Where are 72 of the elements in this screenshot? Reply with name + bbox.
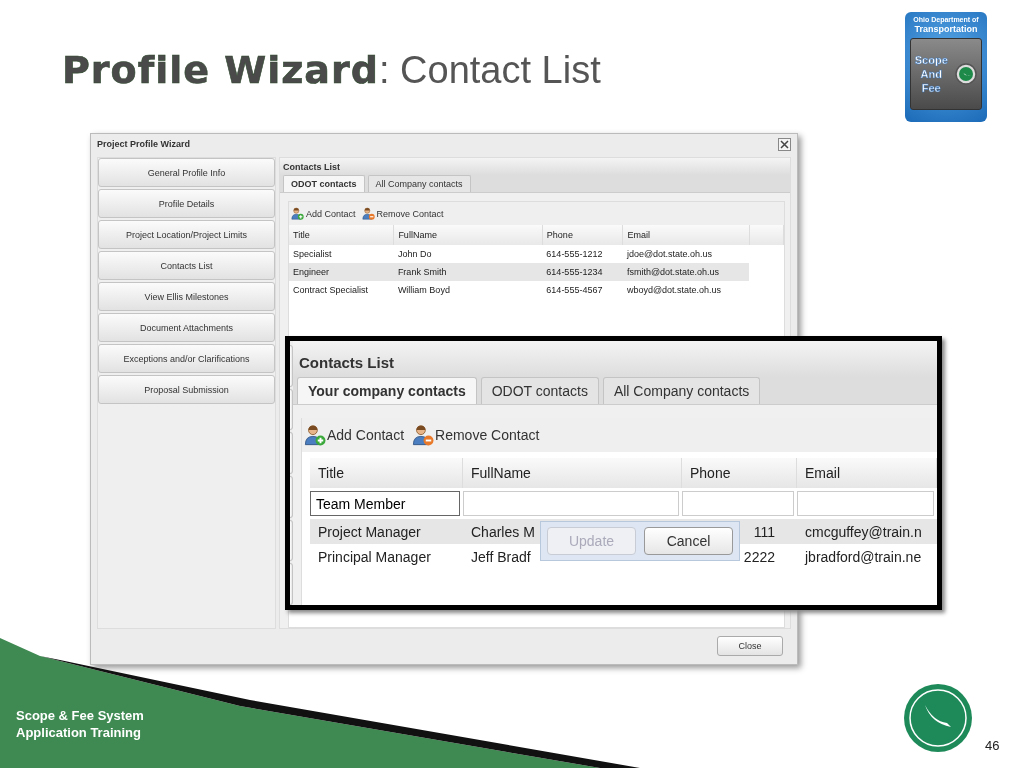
table-cell: William Boyd (393, 281, 543, 299)
close-icon[interactable] (778, 137, 791, 151)
contact-row[interactable]: Engineer Frank Smith 614-555-1234 fsmith@dot.state.oh.us (289, 263, 784, 281)
footer-text: Scope & Fee System (16, 707, 144, 724)
table-cell: Specialist (289, 245, 394, 263)
table-cell: 614-555-1234 (542, 263, 623, 281)
add-contact-button[interactable]: Add Contact (304, 424, 405, 446)
title-input-field[interactable]: Team Member (310, 491, 460, 516)
column-header[interactable]: Title (310, 458, 463, 488)
table-cell-text: Jeff Bradf (470, 548, 532, 565)
panel-title: Contacts List (293, 341, 937, 377)
column-header[interactable]: Email (797, 458, 937, 488)
tab[interactable]: Your company contacts (297, 377, 477, 404)
table-cell: jdoe@dot.state.oh.us (622, 245, 750, 263)
table-cell: Engineer (289, 263, 394, 281)
logo-word: Fee (921, 81, 941, 95)
logo-word: Scope (914, 53, 948, 67)
close-button[interactable]: Close (717, 636, 783, 656)
email-input-field[interactable] (797, 491, 934, 516)
table-cell-text: Project Manager (317, 523, 422, 540)
column-header[interactable]: FullName (463, 458, 682, 488)
wizard-step-button[interactable]: General Profile Info (98, 158, 275, 187)
column-header[interactable]: Phone (542, 225, 623, 245)
remove-person-icon (361, 207, 375, 220)
phone-input-field[interactable] (682, 491, 794, 516)
contact-row[interactable]: Contract Specialist William Boyd 614-555-4567 wboyd@dot.state.oh.us (289, 281, 784, 299)
table-cell: Contract Specialist (289, 281, 394, 299)
table-cell: John Do (393, 245, 543, 263)
wizard-step-button[interactable]: Exceptions and/or Clarifications (98, 344, 275, 373)
wizard-step-button[interactable]: Profile Details (98, 189, 275, 218)
window-title: Project Profile Wizard (97, 139, 190, 149)
table-cell-text: Principal Manager (317, 548, 432, 565)
contact-row[interactable]: Specialist John Do 614-555-1212 jdoe@dot.state.oh.us (289, 245, 784, 263)
wizard-step-button[interactable]: Document Attachments (98, 313, 275, 342)
table-cell: Frank Smith (393, 263, 543, 281)
panel-title: Contacts List (280, 158, 790, 175)
wizard-step-button[interactable]: Project Location/Project Limits (98, 220, 275, 249)
wizard-step-button[interactable]: Proposal Submission (98, 375, 275, 404)
add-contact-button[interactable]: Add Contact (291, 207, 356, 220)
logo-word: And (920, 67, 942, 81)
table-cell-text: jbradford@train.ne (803, 548, 923, 565)
state-seal-drawing (903, 683, 973, 753)
column-header[interactable]: Email (622, 225, 750, 245)
table-cell: 614-555-1212 (542, 245, 623, 263)
remove-person-icon (412, 424, 435, 446)
table-cell-text: Charles M (470, 523, 536, 540)
table-cell-text: 2222 (742, 548, 776, 565)
tab[interactable]: All Company contacts (367, 175, 471, 192)
logo-agency-text: Transportation (914, 24, 978, 34)
add-person-icon (304, 424, 326, 446)
table-cell-text: cmcguffey@train.n (804, 523, 923, 540)
remove-contact-button[interactable]: Remove Contact (361, 207, 444, 220)
table-cell-text: 111 (752, 523, 776, 540)
add-person-icon (291, 207, 304, 220)
page-number: 46 (985, 738, 1000, 753)
slide-title: Profile Wizard: Contact List (62, 48, 601, 92)
column-header[interactable]: Phone (682, 458, 797, 488)
table-cell: wboyd@dot.state.oh.us (622, 281, 750, 299)
column-header[interactable]: FullName (393, 225, 543, 245)
remove-contact-button[interactable]: Remove Contact (412, 424, 540, 446)
tab[interactable]: ODOT contacts (480, 377, 599, 404)
cancel-button[interactable]: Cancel (644, 527, 733, 555)
footer-text: Application Training (16, 724, 142, 741)
table-cell: fsmith@dot.state.oh.us (622, 263, 750, 281)
table-cell: 614-555-4567 (542, 281, 623, 299)
tab[interactable]: ODOT contacts (283, 175, 365, 192)
dial-icon (955, 63, 978, 85)
wizard-step-button[interactable]: Contacts List (98, 251, 275, 280)
tab[interactable]: All Company contacts (602, 377, 761, 404)
fullname-input-field[interactable] (463, 491, 679, 516)
column-header[interactable]: Title (289, 225, 394, 245)
wizard-step-button[interactable]: View Ellis Milestones (98, 282, 275, 311)
